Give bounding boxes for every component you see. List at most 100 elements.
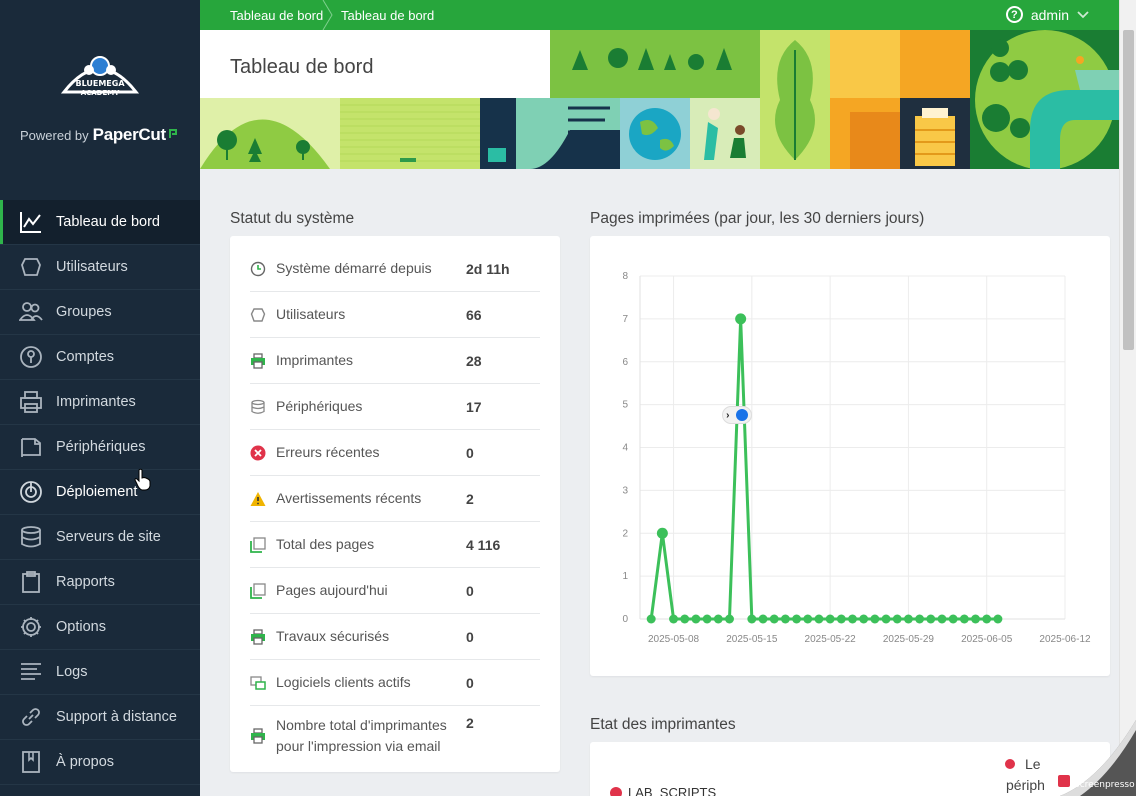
info-icon bbox=[735, 409, 748, 421]
status-value: 0 bbox=[466, 674, 474, 691]
page-scrollbar[interactable] bbox=[1119, 0, 1136, 796]
series-line bbox=[649, 317, 998, 621]
data-point bbox=[836, 614, 846, 624]
status-value: 2d 11h bbox=[466, 260, 510, 277]
dashboard-banner: Tableau de bord bbox=[200, 30, 1119, 169]
data-point bbox=[691, 614, 701, 624]
sidebar-item-remote-support[interactable]: Support à distance bbox=[0, 695, 200, 740]
status-value: 2 bbox=[466, 490, 474, 507]
scrollbar-thumb[interactable] bbox=[1123, 30, 1134, 350]
printer-row[interactable]: LAB_SCRIPTS bbox=[610, 785, 716, 796]
top-bar: Tableau de bord Tableau de bord ? admin bbox=[200, 0, 1119, 30]
error-icon bbox=[250, 445, 276, 461]
data-point bbox=[915, 614, 925, 624]
printer-status-legend: Le périph bbox=[1005, 754, 1045, 796]
status-row-pages-today: Pages aujourd'hui 0 bbox=[250, 568, 540, 614]
sidebar-item-printers[interactable]: Imprimantes bbox=[0, 380, 200, 425]
printer-icon bbox=[18, 389, 44, 415]
sidebar-item-options[interactable]: Options bbox=[0, 605, 200, 650]
breadcrumb-home[interactable]: Tableau de bord bbox=[230, 8, 323, 23]
help-icon[interactable]: ? bbox=[1005, 6, 1023, 23]
y-tick-label: 0 bbox=[622, 614, 628, 625]
sidebar-item-about[interactable]: À propos bbox=[0, 740, 200, 785]
status-row-active-clients[interactable]: Logiciels clients actifs 0 bbox=[250, 660, 540, 706]
sidebar-item-logs[interactable]: Logs bbox=[0, 650, 200, 695]
data-point bbox=[926, 614, 936, 624]
status-value: 2 bbox=[466, 715, 474, 731]
chevron-right-icon: › bbox=[726, 409, 730, 421]
data-point bbox=[669, 614, 679, 624]
system-status-card: Système démarré depuis 2d 11h Utilisateu… bbox=[230, 236, 560, 772]
sidebar-item-reports[interactable]: Rapports bbox=[0, 560, 200, 605]
status-label: Utilisateurs bbox=[276, 306, 346, 322]
bluemega-logo[interactable]: BLUEMEGA ACADEMY bbox=[56, 52, 144, 98]
account-icon bbox=[18, 344, 44, 370]
sidebar-item-site-servers[interactable]: Serveurs de site bbox=[0, 515, 200, 560]
data-point bbox=[848, 614, 857, 624]
svg-text:ACADEMY: ACADEMY bbox=[81, 89, 121, 97]
x-tick-label: 2025-05-22 bbox=[805, 634, 857, 645]
sidebar-item-label: Options bbox=[56, 619, 106, 635]
status-row-users[interactable]: Utilisateurs 66 bbox=[250, 292, 540, 338]
data-point bbox=[769, 614, 779, 624]
logs-icon bbox=[18, 659, 44, 685]
data-point bbox=[758, 614, 768, 624]
data-point bbox=[780, 614, 790, 624]
printer-status-title: Etat des imprimantes bbox=[590, 716, 736, 733]
y-tick-label: 1 bbox=[622, 571, 628, 582]
status-label: Total des pages bbox=[276, 536, 375, 552]
status-value: 17 bbox=[466, 398, 482, 415]
sidebar-item-deployment[interactable]: Déploiement bbox=[0, 470, 200, 515]
user-name[interactable]: admin bbox=[1031, 7, 1069, 23]
y-tick-label: 2 bbox=[622, 528, 628, 539]
status-row-warnings[interactable]: Avertissements récents 2 bbox=[250, 476, 540, 522]
sidebar: BLUEMEGA ACADEMY Powered by PaperCut Tab… bbox=[0, 0, 200, 796]
powered-by-label: Powered by bbox=[20, 128, 89, 143]
printer-icon bbox=[250, 352, 276, 369]
sidebar-item-label: Rapports bbox=[56, 574, 115, 590]
data-point bbox=[702, 614, 712, 624]
legend-line1: Le bbox=[1025, 756, 1041, 772]
sidebar-item-accounts[interactable]: Comptes bbox=[0, 335, 200, 380]
status-row-email-printers[interactable]: Nombre total d'imprimantes pour l'impres… bbox=[250, 706, 540, 766]
x-tick-label: 2025-06-05 bbox=[961, 634, 1013, 645]
status-row-errors[interactable]: Erreurs récentes 0 bbox=[250, 430, 540, 476]
sidebar-item-label: Imprimantes bbox=[56, 394, 136, 410]
status-label: Erreurs récentes bbox=[276, 444, 380, 460]
sidebar-item-devices[interactable]: Périphériques bbox=[0, 425, 200, 470]
sidebar-item-users[interactable]: Utilisateurs bbox=[0, 245, 200, 290]
data-point bbox=[646, 614, 656, 624]
status-value: 0 bbox=[466, 444, 474, 461]
chart-line-icon bbox=[18, 209, 44, 235]
chevron-down-icon[interactable] bbox=[1077, 10, 1089, 19]
chart-tooltip-handle[interactable]: › bbox=[722, 406, 752, 424]
sidebar-item-groups[interactable]: Groupes bbox=[0, 290, 200, 335]
data-point bbox=[870, 614, 880, 624]
screenpresso-watermark: Screenpresso bbox=[1058, 720, 1136, 796]
data-point bbox=[859, 614, 869, 624]
user-menu[interactable]: ? admin bbox=[1005, 6, 1089, 23]
powered-by: Powered by PaperCut bbox=[20, 125, 178, 145]
clipboard-icon bbox=[18, 569, 44, 595]
status-value: 0 bbox=[466, 628, 474, 645]
book-icon bbox=[18, 749, 44, 775]
x-tick-label: 2025-05-15 bbox=[726, 634, 778, 645]
sidebar-item-label: Utilisateurs bbox=[56, 259, 128, 275]
y-tick-label: 3 bbox=[622, 485, 628, 496]
papercut-brand: PaperCut bbox=[92, 125, 166, 144]
data-point bbox=[959, 614, 969, 624]
data-point bbox=[747, 614, 757, 624]
data-point bbox=[903, 614, 913, 624]
device-icon bbox=[18, 434, 44, 460]
status-row-secure-jobs[interactable]: Travaux sécurisés 0 bbox=[250, 614, 540, 660]
status-label: Logiciels clients actifs bbox=[276, 674, 411, 690]
device-icon bbox=[250, 399, 276, 415]
status-row-printers[interactable]: Imprimantes 28 bbox=[250, 338, 540, 384]
pages-chart[interactable]: 0 1 2 3 4 5 6 7 8 2025-05-08 2025-05-15 2025-05-22 2… bbox=[590, 236, 1110, 676]
status-row-devices[interactable]: Périphériques 17 bbox=[250, 384, 540, 430]
printer-name[interactable]: LAB_SCRIPTS bbox=[628, 785, 716, 796]
sidebar-item-dashboard[interactable]: Tableau de bord bbox=[0, 200, 200, 245]
data-point bbox=[937, 614, 947, 624]
y-tick-label: 8 bbox=[622, 271, 628, 282]
data-point bbox=[803, 614, 813, 624]
